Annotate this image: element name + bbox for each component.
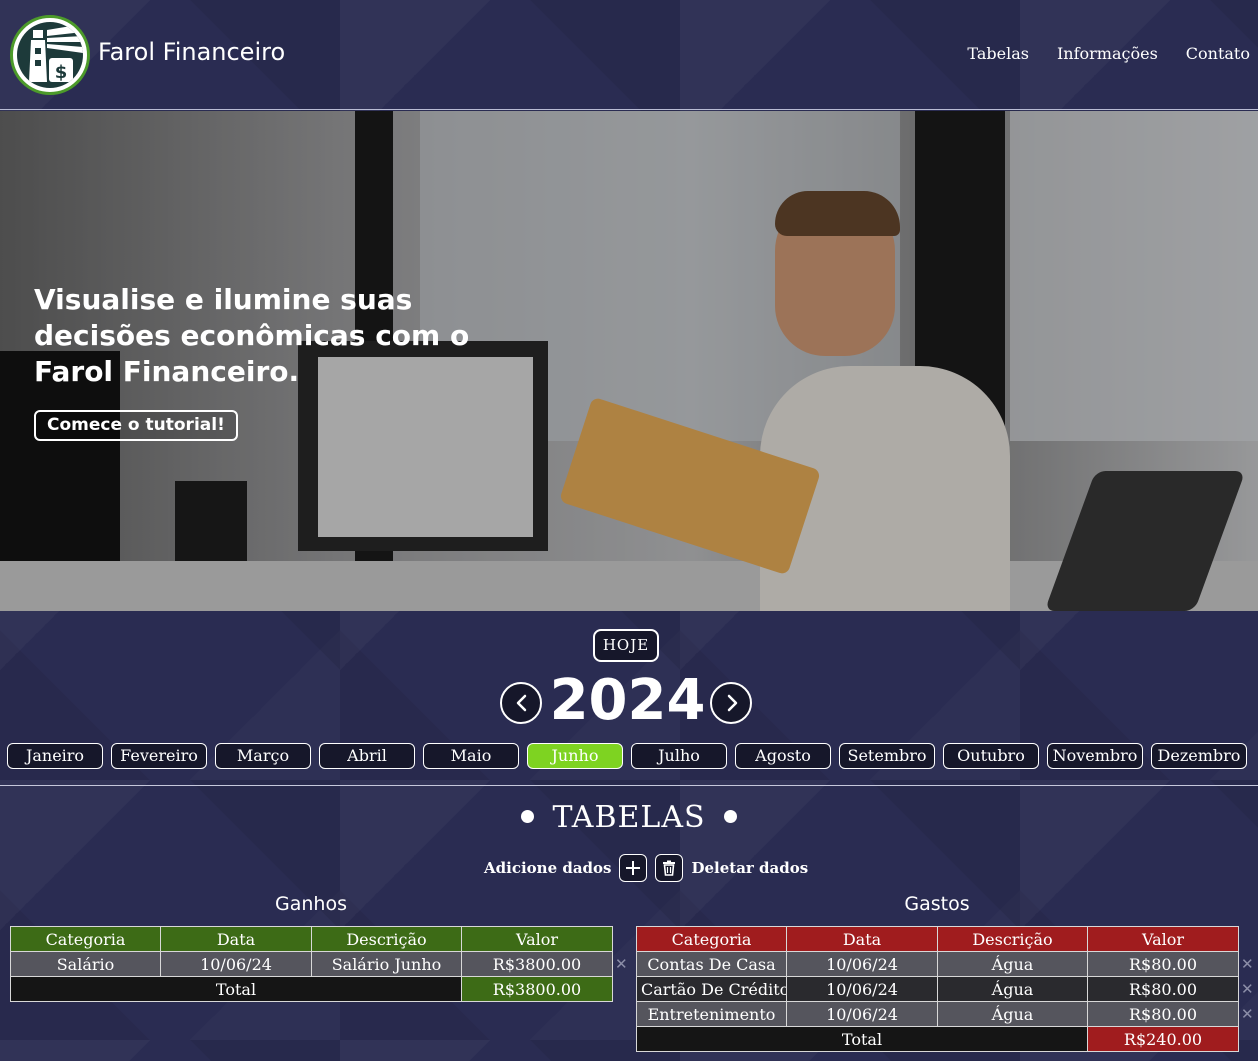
tables-section-title: TABELAS [0,800,1258,835]
table-cell: 10/06/24 [786,951,938,977]
prev-year-button[interactable] [500,682,542,724]
column-header: Descrição [311,926,462,952]
month-button-dezembro[interactable]: Dezembro [1151,743,1247,769]
tables-title-text: TABELAS [552,800,706,835]
table-cell: Entretenimento [636,1001,787,1027]
table-cell: 10/06/24 [786,976,938,1002]
table-row[interactable]: Salário 10/06/24 Salário Junho R$3800.00 [10,951,613,977]
nav-link-tabelas[interactable]: Tabelas [967,44,1029,63]
nav-link-informacoes[interactable]: Informações [1057,44,1158,63]
lighthouse-dollar-icon: $ [17,22,83,88]
today-button[interactable]: HOJE [593,629,659,662]
chevron-left-icon [516,694,527,712]
total-row: Total R$3800.00 [10,976,613,1002]
table-cell: 10/06/24 [786,1001,938,1027]
column-header: Valor [461,926,613,952]
table-cell: R$80.00 [1087,951,1239,977]
delete-row-icon[interactable]: ✕ [1241,980,1254,998]
delete-data-label: Deletar dados [691,859,809,877]
section-divider [0,785,1258,786]
table-row[interactable]: Contas De Casa 10/06/24 Água R$80.00 [636,951,1239,977]
add-data-button[interactable] [619,854,648,882]
month-button-fevereiro[interactable]: Fevereiro [111,743,207,769]
table-header-row: Categoria Data Descrição Valor [10,926,613,952]
table-cell: Água [937,951,1088,977]
gastos-table: Categoria Data Descrição Valor Contas De… [636,926,1239,1052]
month-button-julho[interactable]: Julho [631,743,727,769]
table-header-row: Categoria Data Descrição Valor [636,926,1239,952]
next-year-button[interactable] [710,682,752,724]
brand-name[interactable]: Farol Financeiro [98,38,285,66]
ganhos-title: Ganhos [275,893,347,915]
total-value: R$240.00 [1087,1026,1239,1052]
column-header: Categoria [10,926,161,952]
add-data-label: Adicione dados [484,859,612,877]
site-header: $ Farol Financeiro Tabelas Informações C… [0,0,1258,110]
month-button-abril[interactable]: Abril [319,743,415,769]
month-button-agosto[interactable]: Agosto [735,743,831,769]
bullet-icon [723,809,737,823]
column-header: Data [160,926,312,952]
hero-banner: Visualise e ilumine suas decisões econôm… [0,111,1258,611]
table-cell: R$80.00 [1087,1001,1239,1027]
table-row[interactable]: Entretenimento 10/06/24 Água R$80.00 [636,1001,1239,1027]
main-nav: Tabelas Informações Contato [967,44,1250,63]
bullet-icon [521,809,535,823]
ganhos-table: Categoria Data Descrição Valor Salário 1… [10,926,613,1002]
table-cell: R$3800.00 [461,951,613,977]
month-button-janeiro[interactable]: Janeiro [7,743,103,769]
gastos-title: Gastos [904,893,970,915]
table-row[interactable]: Cartão De Crédito 10/06/24 Água R$80.00 [636,976,1239,1002]
plus-icon [626,861,641,875]
chevron-right-icon [727,694,738,712]
total-row: Total R$240.00 [636,1026,1239,1052]
table-cell: Cartão De Crédito [636,976,787,1002]
column-header: Categoria [636,926,787,952]
month-button-setembro[interactable]: Setembro [839,743,935,769]
month-selector: Janeiro Fevereiro Março Abril Maio Junho… [7,743,1251,769]
table-cell: R$80.00 [1087,976,1239,1002]
column-header: Descrição [937,926,1088,952]
hero-headline: Visualise e ilumine suas decisões econôm… [34,283,470,388]
table-cell: Água [937,976,1088,1002]
delete-row-icon[interactable]: ✕ [1241,1005,1254,1023]
month-button-maio[interactable]: Maio [423,743,519,769]
delete-row-icon[interactable]: ✕ [615,955,628,973]
table-cell: Água [937,1001,1088,1027]
column-header: Data [786,926,938,952]
month-button-junho[interactable]: Junho [527,743,623,769]
table-cell: 10/06/24 [160,951,312,977]
month-button-marco[interactable]: Março [215,743,311,769]
start-tutorial-button[interactable]: Comece o tutorial! [34,410,238,441]
table-cell: Salário [10,951,161,977]
total-label: Total [10,976,462,1002]
table-cell: Contas De Casa [636,951,787,977]
svg-text:$: $ [55,62,68,83]
total-value: R$3800.00 [461,976,613,1002]
logo[interactable]: $ [10,15,90,95]
table-cell: Salário Junho [311,951,462,977]
trash-icon [663,860,676,876]
month-button-outubro[interactable]: Outubro [943,743,1039,769]
total-label: Total [636,1026,1088,1052]
column-header: Valor [1087,926,1239,952]
nav-link-contato[interactable]: Contato [1186,44,1250,63]
delete-row-icon[interactable]: ✕ [1241,955,1254,973]
year-display: 2024 [549,668,706,733]
table-actions: Adicione dados Deletar dados [484,854,808,882]
month-button-novembro[interactable]: Novembro [1047,743,1143,769]
delete-data-button[interactable] [655,854,684,882]
